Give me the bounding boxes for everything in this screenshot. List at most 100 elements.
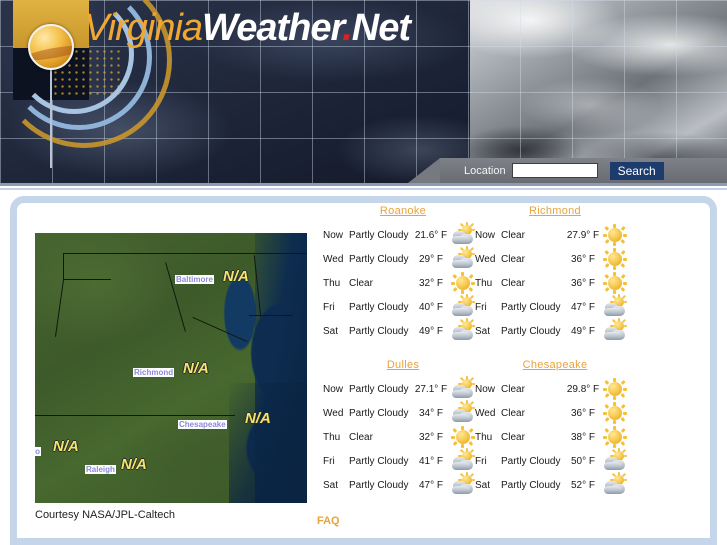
forecast-day: Wed xyxy=(475,407,496,419)
partly-cloudy-icon xyxy=(451,294,475,318)
forecast-condition: Partly Cloudy xyxy=(349,407,409,419)
partly-cloudy-icon xyxy=(451,472,475,496)
forecast-temperature: 36° F xyxy=(570,407,595,419)
forecast-city-title[interactable]: Roanoke xyxy=(323,205,483,217)
search-button[interactable]: Search xyxy=(609,161,664,180)
map-border-south xyxy=(35,415,235,416)
forecast-condition: Partly Cloudy xyxy=(501,301,561,313)
forecast-temperature: 52° F xyxy=(570,479,595,491)
clear-sun-icon xyxy=(603,224,627,246)
forecast-row: Fri Partly Cloudy 47° F xyxy=(475,294,635,319)
clear-sun-icon xyxy=(603,402,627,424)
forecast-condition: Partly Cloudy xyxy=(349,479,409,491)
forecast-temperature: 36° F xyxy=(570,253,595,265)
partly-cloudy-icon xyxy=(451,246,475,270)
logo-globe-icon xyxy=(28,24,74,70)
regional-weather-map[interactable]: Baltimore N/A Richmond N/A Chesapeake N/A ro N/… xyxy=(35,233,307,503)
forecast-icon-cell xyxy=(601,426,629,448)
forecast-row: Sat Partly Cloudy 49° F xyxy=(475,318,635,343)
forecast-condition: Partly Cloudy xyxy=(501,325,561,337)
site-wordmark[interactable]: VirginiaWeather.Net xyxy=(84,7,411,50)
map-border-east2 xyxy=(249,315,293,316)
partly-cloudy-icon xyxy=(451,448,475,472)
forecast-block-chesapeake: Chesapeake Now Clear 29.8° F Wed Clear 36° F Th… xyxy=(475,359,635,497)
partly-cloudy-icon xyxy=(603,318,627,342)
map-border-west xyxy=(54,279,65,337)
map-city-value: N/A xyxy=(245,410,271,427)
content-panel: Baltimore N/A Richmond N/A Chesapeake N/A ro N/… xyxy=(10,196,717,545)
forecast-condition: Partly Cloudy xyxy=(349,253,409,265)
forecast-day: Thu xyxy=(323,431,341,443)
map-border-va-md xyxy=(165,262,186,332)
forecast-city-title[interactable]: Richmond xyxy=(475,205,635,217)
forecast-condition: Partly Cloudy xyxy=(349,383,409,395)
clear-sun-icon xyxy=(603,378,627,400)
forecast-icon-cell xyxy=(449,272,477,294)
forecast-temperature: 41° F xyxy=(418,455,443,467)
forecast-block-roanoke: Roanoke Now Partly Cloudy 21.6° F Wed Partly … xyxy=(323,205,483,343)
partly-cloudy-icon xyxy=(451,222,475,246)
forecast-temperature: 32° F xyxy=(418,431,443,443)
forecast-row: Thu Clear 38° F xyxy=(475,425,635,449)
forecast-row: Fri Partly Cloudy 41° F xyxy=(323,448,483,473)
map-city-value: N/A xyxy=(121,456,147,473)
forecast-temperature: 27.9° F xyxy=(566,229,600,241)
forecast-day: Wed xyxy=(323,253,344,265)
forecast-row: Thu Clear 36° F xyxy=(475,271,635,295)
forecast-row: Wed Partly Cloudy 29° F xyxy=(323,246,483,271)
forecast-temperature: 36° F xyxy=(570,277,595,289)
forecast-temperature: 38° F xyxy=(570,431,595,443)
partly-cloudy-icon xyxy=(603,472,627,496)
forecast-day: Now xyxy=(323,229,344,241)
forecast-temperature: 47° F xyxy=(418,479,443,491)
forecast-row: Now Clear 29.8° F xyxy=(475,377,635,401)
forecast-day: Thu xyxy=(323,277,341,289)
forecast-day: Fri xyxy=(475,301,487,313)
forecast-row: Thu Clear 32° F xyxy=(323,425,483,449)
forecast-block-richmond: Richmond Now Clear 27.9° F Wed Clear 36° F Thu C… xyxy=(475,205,635,343)
forecast-row: Now Partly Cloudy 21.6° F xyxy=(323,222,483,247)
forecast-icon-cell xyxy=(601,294,629,318)
forecast-condition: Partly Cloudy xyxy=(501,479,561,491)
forecast-icon-cell xyxy=(601,248,629,270)
forecast-condition: Partly Cloudy xyxy=(349,301,409,313)
wordmark-virginia: Virginia xyxy=(84,7,203,49)
map-border-north xyxy=(63,253,307,254)
forecast-temperature: 29.8° F xyxy=(566,383,600,395)
forecast-icon-cell xyxy=(601,378,629,400)
forecast-day: Sat xyxy=(475,479,491,491)
faq-link[interactable]: FAQ xyxy=(317,515,340,527)
forecast-city-title[interactable]: Chesapeake xyxy=(475,359,635,371)
clear-sun-icon xyxy=(603,248,627,270)
page-body: Baltimore N/A Richmond N/A Chesapeake N/A ro N/… xyxy=(0,190,727,545)
search-input[interactable] xyxy=(511,163,598,178)
map-city-value: N/A xyxy=(53,438,79,455)
forecast-temperature: 40° F xyxy=(418,301,443,313)
map-city-label: Raleigh xyxy=(85,465,116,474)
forecast-row: Now Clear 27.9° F xyxy=(475,223,635,247)
site-header-banner: VirginiaWeather.Net Location Search xyxy=(0,0,727,183)
location-label: Location xyxy=(464,164,506,177)
forecast-row: Fri Partly Cloudy 40° F xyxy=(323,294,483,319)
forecast-day: Wed xyxy=(475,253,496,265)
forecast-day: Sat xyxy=(475,325,491,337)
map-attribution-caption: Courtesy NASA/JPL-Caltech xyxy=(35,509,175,521)
forecast-row: Wed Clear 36° F xyxy=(475,247,635,271)
forecast-icon-cell xyxy=(601,448,629,472)
forecast-temperature: 32° F xyxy=(418,277,443,289)
forecast-temperature: 29° F xyxy=(418,253,443,265)
map-city-label: ro xyxy=(35,447,41,456)
forecast-icon-cell xyxy=(449,294,477,318)
partly-cloudy-icon xyxy=(603,448,627,472)
wordmark-weather: Weather xyxy=(202,7,343,49)
map-city-label: Chesapeake xyxy=(178,420,227,429)
forecast-condition: Clear xyxy=(501,407,525,419)
forecast-row: Sat Partly Cloudy 47° F xyxy=(323,472,483,497)
forecast-row: Thu Clear 32° F xyxy=(323,271,483,295)
forecast-temperature: 49° F xyxy=(418,325,443,337)
partly-cloudy-icon xyxy=(451,400,475,424)
map-ocean-water-bay xyxy=(229,383,307,503)
forecast-icon-cell xyxy=(449,376,477,400)
forecast-city-title[interactable]: Dulles xyxy=(323,359,483,371)
forecast-condition: Clear xyxy=(349,431,373,443)
